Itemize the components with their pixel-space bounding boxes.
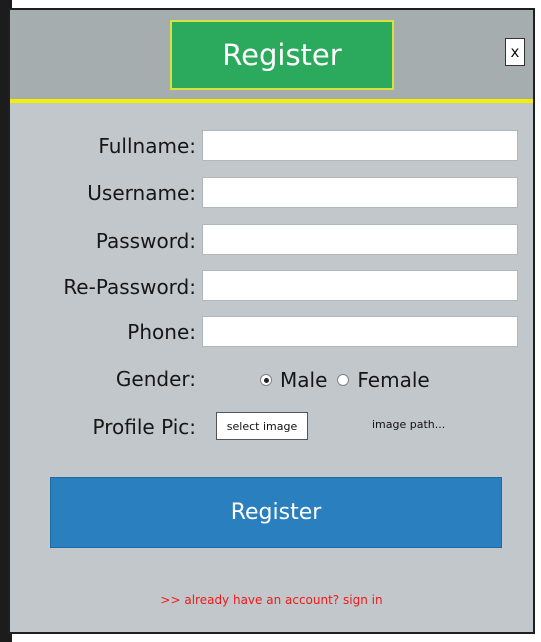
register-dialog: Register x Fullname: Username: Password:… — [8, 8, 535, 634]
password-field[interactable] — [202, 224, 518, 255]
image-path-text: image path... — [372, 418, 446, 431]
username-field[interactable] — [202, 177, 518, 208]
profile-pic-label: Profile Pic: — [92, 415, 196, 439]
female-radio[interactable] — [337, 374, 350, 386]
password-label: Password: — [95, 229, 196, 253]
select-image-button[interactable]: select image — [216, 412, 308, 440]
gender-label: Gender: — [115, 367, 196, 391]
signin-link[interactable]: >> already have an account? sign in — [10, 593, 533, 607]
username-label: Username: — [87, 181, 196, 205]
fullname-label: Fullname: — [98, 134, 196, 158]
female-radio-label: Female — [357, 368, 430, 392]
close-button[interactable]: x — [505, 38, 525, 66]
gender-radio-group: Male Female — [260, 368, 430, 392]
male-radio[interactable] — [260, 374, 272, 386]
phone-label: Phone: — [127, 320, 196, 344]
fullname-field[interactable] — [202, 130, 518, 161]
dialog-title: Register — [170, 20, 394, 90]
male-radio-label: Male — [280, 368, 328, 392]
title-bar: Register x — [10, 10, 533, 103]
register-button[interactable]: Register — [50, 477, 502, 548]
repassword-field[interactable] — [202, 270, 518, 301]
phone-field[interactable] — [202, 316, 518, 347]
repassword-label: Re-Password: — [63, 275, 196, 299]
